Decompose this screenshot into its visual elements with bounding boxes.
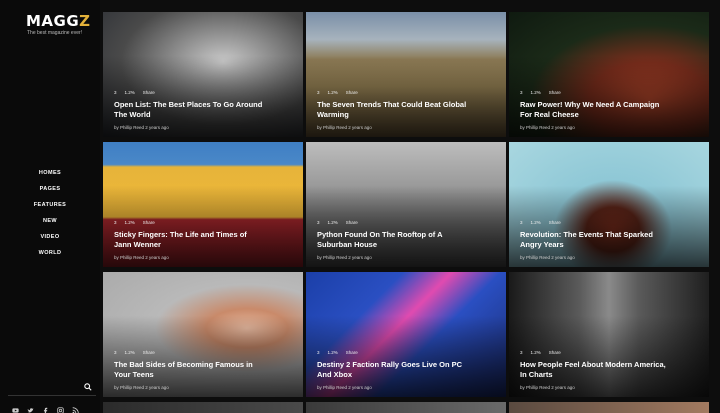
comment-count: 3 bbox=[520, 90, 523, 95]
post-title[interactable]: Revolution: The Events That Sparked Angr… bbox=[520, 230, 670, 250]
post-card[interactable]: 3 1.2% Share Revolution: The Events That S… bbox=[509, 142, 709, 267]
share-link[interactable]: Share bbox=[346, 90, 358, 95]
share-link[interactable]: Share bbox=[549, 90, 561, 95]
view-count: 1.2% bbox=[530, 90, 541, 95]
nav-item-video[interactable]: VIDEO bbox=[0, 229, 100, 245]
post-meta: 3 1.2% Share bbox=[317, 350, 358, 355]
share-link[interactable]: Share bbox=[143, 90, 155, 95]
logo-accent: Z bbox=[79, 12, 91, 30]
share-link[interactable]: Share bbox=[549, 220, 561, 225]
post-byline: by Phillip Reed 2 years ago bbox=[114, 385, 169, 390]
view-count: 1.2% bbox=[530, 350, 541, 355]
twitter-icon[interactable] bbox=[27, 401, 34, 413]
post-title[interactable]: Destiny 2 Faction Rally Goes Live On PC … bbox=[317, 360, 467, 380]
sidebar: MAGGZ The best magazine ever! HOMES PAGE… bbox=[0, 0, 100, 413]
post-card[interactable]: 3 1.2% Share How People Feel About Modern … bbox=[509, 272, 709, 397]
instagram-icon[interactable] bbox=[57, 401, 64, 413]
nav-item-features[interactable]: FEATURES bbox=[0, 197, 100, 213]
nav-item-new[interactable]: NEW bbox=[0, 213, 100, 229]
post-title[interactable]: Raw Power! Why We Need A Campaign For Re… bbox=[520, 100, 670, 120]
main-nav: HOMES PAGES FEATURES NEW VIDEO WORLD bbox=[0, 165, 100, 261]
youtube-icon[interactable] bbox=[12, 401, 19, 413]
post-card[interactable]: 3 1.2% Share Open List: The Best Places To… bbox=[103, 12, 303, 137]
comment-count: 3 bbox=[114, 90, 117, 95]
post-title[interactable]: The Bad Sides of Becoming Famous in Your… bbox=[114, 360, 264, 380]
view-count: 1.2% bbox=[124, 90, 135, 95]
sidebar-divider bbox=[8, 395, 96, 396]
post-title[interactable]: Sticky Fingers: The Life and Times of Ja… bbox=[114, 230, 264, 250]
post-meta: 3 1.2% Share bbox=[114, 90, 155, 95]
view-count: 1.2% bbox=[124, 220, 135, 225]
post-byline: by Phillip Reed 2 years ago bbox=[317, 125, 372, 130]
comment-count: 3 bbox=[114, 220, 117, 225]
post-meta: 3 1.2% Share bbox=[114, 220, 155, 225]
post-meta: 3 1.2% Share bbox=[520, 220, 561, 225]
post-byline: by Phillip Reed 2 years ago bbox=[317, 255, 372, 260]
post-card[interactable]: 3 1.2% Share Destiny 2 Faction Rally Goes … bbox=[306, 272, 506, 397]
post-title[interactable]: The Seven Trends That Could Beat Global … bbox=[317, 100, 467, 120]
nav-item-pages[interactable]: PAGES bbox=[0, 181, 100, 197]
post-byline: by Phillip Reed 2 years ago bbox=[520, 385, 575, 390]
logo-text: MAGG bbox=[26, 12, 80, 30]
post-byline: by Phillip Reed 2 years ago bbox=[114, 125, 169, 130]
comment-count: 3 bbox=[317, 350, 320, 355]
view-count: 1.2% bbox=[327, 90, 338, 95]
social-links bbox=[12, 401, 79, 413]
post-byline: by Phillip Reed 2 years ago bbox=[114, 255, 169, 260]
share-link[interactable]: Share bbox=[549, 350, 561, 355]
comment-count: 3 bbox=[317, 220, 320, 225]
share-link[interactable]: Share bbox=[346, 220, 358, 225]
post-card-partial bbox=[509, 402, 709, 413]
tagline: The best magazine ever! bbox=[27, 30, 83, 36]
share-link[interactable]: Share bbox=[143, 220, 155, 225]
post-card-partial bbox=[103, 402, 303, 413]
post-title[interactable]: Python Found On The Rooftop of A Suburba… bbox=[317, 230, 467, 250]
comment-count: 3 bbox=[520, 350, 523, 355]
post-card[interactable]: 3 1.2% Share The Bad Sides of Becoming Fam… bbox=[103, 272, 303, 397]
search-icon[interactable] bbox=[84, 383, 92, 391]
comment-count: 3 bbox=[114, 350, 117, 355]
view-count: 1.2% bbox=[327, 220, 338, 225]
post-card-partial bbox=[306, 402, 506, 413]
facebook-icon[interactable] bbox=[42, 401, 49, 413]
post-card[interactable]: 3 1.2% Share Raw Power! Why We Need A Camp… bbox=[509, 12, 709, 137]
post-byline: by Phillip Reed 2 years ago bbox=[520, 255, 575, 260]
nav-item-world[interactable]: WORLD bbox=[0, 245, 100, 261]
nav-item-homes[interactable]: HOMES bbox=[0, 165, 100, 181]
view-count: 1.2% bbox=[530, 220, 541, 225]
post-title[interactable]: Open List: The Best Places To Go Around … bbox=[114, 100, 264, 120]
post-card[interactable]: 3 1.2% Share Python Found On The Rooftop o… bbox=[306, 142, 506, 267]
comment-count: 3 bbox=[317, 90, 320, 95]
logo[interactable]: MAGGZ bbox=[26, 12, 91, 30]
comment-count: 3 bbox=[520, 220, 523, 225]
post-meta: 3 1.2% Share bbox=[520, 90, 561, 95]
rss-icon[interactable] bbox=[72, 401, 79, 413]
post-meta: 3 1.2% Share bbox=[114, 350, 155, 355]
view-count: 1.2% bbox=[124, 350, 135, 355]
post-card[interactable]: 3 1.2% Share The Seven Trends That Could B… bbox=[306, 12, 506, 137]
post-title[interactable]: How People Feel About Modern America, In… bbox=[520, 360, 670, 380]
post-card[interactable]: 3 1.2% Share Sticky Fingers: The Life and … bbox=[103, 142, 303, 267]
post-meta: 3 1.2% Share bbox=[317, 90, 358, 95]
share-link[interactable]: Share bbox=[346, 350, 358, 355]
post-meta: 3 1.2% Share bbox=[520, 350, 561, 355]
post-byline: by Phillip Reed 2 years ago bbox=[520, 125, 575, 130]
share-link[interactable]: Share bbox=[143, 350, 155, 355]
post-meta: 3 1.2% Share bbox=[317, 220, 358, 225]
view-count: 1.2% bbox=[327, 350, 338, 355]
post-byline: by Phillip Reed 2 years ago bbox=[317, 385, 372, 390]
